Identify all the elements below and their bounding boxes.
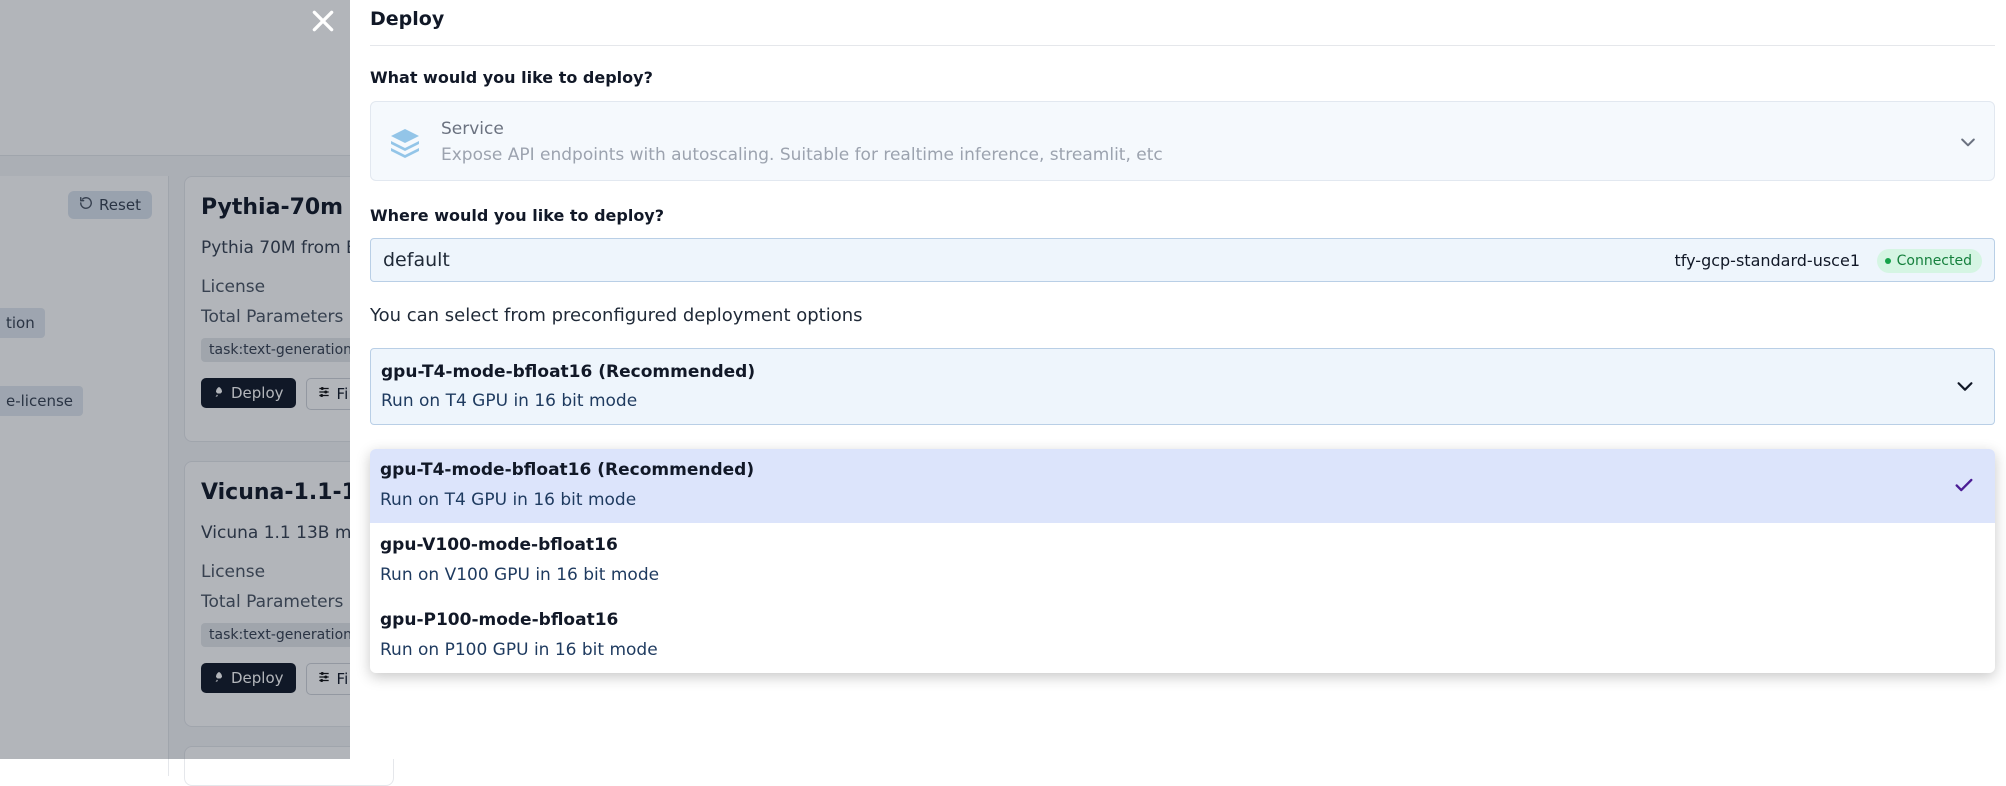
preset-option-v100[interactable]: gpu-V100-mode-bfloat16 Run on V100 GPU i… bbox=[370, 524, 1995, 598]
close-drawer-button[interactable] bbox=[306, 6, 340, 40]
preset-option-p100[interactable]: gpu-P100-mode-bfloat16 Run on P100 GPU i… bbox=[370, 599, 1995, 673]
deploy-type-select[interactable]: Service Expose API endpoints with autosc… bbox=[370, 101, 1995, 181]
preset-dropdown-menu: gpu-T4-mode-bfloat16 (Recommended) Run o… bbox=[370, 449, 1995, 673]
deploy-type-description: Expose API endpoints with autoscaling. S… bbox=[441, 145, 1163, 165]
close-icon bbox=[310, 8, 336, 38]
deploy-where-label: Where would you like to deploy? bbox=[370, 206, 665, 225]
preset-name: gpu-T4-mode-bfloat16 (Recommended) bbox=[381, 362, 756, 382]
chevron-down-icon bbox=[1958, 132, 1978, 156]
deploy-type-title: Service bbox=[441, 119, 504, 139]
preset-option-t4[interactable]: gpu-T4-mode-bfloat16 (Recommended) Run o… bbox=[370, 449, 1995, 523]
option-name: gpu-P100-mode-bfloat16 bbox=[380, 610, 619, 630]
deploy-drawer: Deploy What would you like to deploy? Se… bbox=[350, 0, 2006, 759]
cluster-name: tfy-gcp-standard-usce1 bbox=[1674, 251, 1860, 270]
preset-description: Run on T4 GPU in 16 bit mode bbox=[381, 391, 638, 411]
chevron-down-icon bbox=[1954, 375, 1976, 401]
option-description: Run on P100 GPU in 16 bit mode bbox=[380, 640, 658, 660]
preset-select[interactable]: gpu-T4-mode-bfloat16 (Recommended) Run o… bbox=[370, 348, 1995, 425]
drawer-title: Deploy bbox=[370, 8, 445, 30]
workspace-value: default bbox=[383, 249, 450, 271]
check-icon bbox=[1953, 474, 1975, 500]
option-name: gpu-T4-mode-bfloat16 (Recommended) bbox=[380, 460, 755, 480]
deploy-what-label: What would you like to deploy? bbox=[370, 68, 653, 87]
option-name: gpu-V100-mode-bfloat16 bbox=[380, 535, 618, 555]
layers-icon bbox=[389, 126, 421, 162]
option-description: Run on T4 GPU in 16 bit mode bbox=[380, 490, 637, 510]
status-dot-icon bbox=[1884, 258, 1891, 264]
workspace-select[interactable]: default tfy-gcp-standard-usce1 Connected bbox=[370, 238, 1995, 282]
drawer-divider bbox=[370, 45, 1995, 46]
preconfigured-options-text: You can select from preconfigured deploy… bbox=[370, 305, 863, 326]
option-description: Run on V100 GPU in 16 bit mode bbox=[380, 565, 660, 585]
connected-status-badge: Connected bbox=[1876, 249, 1982, 273]
